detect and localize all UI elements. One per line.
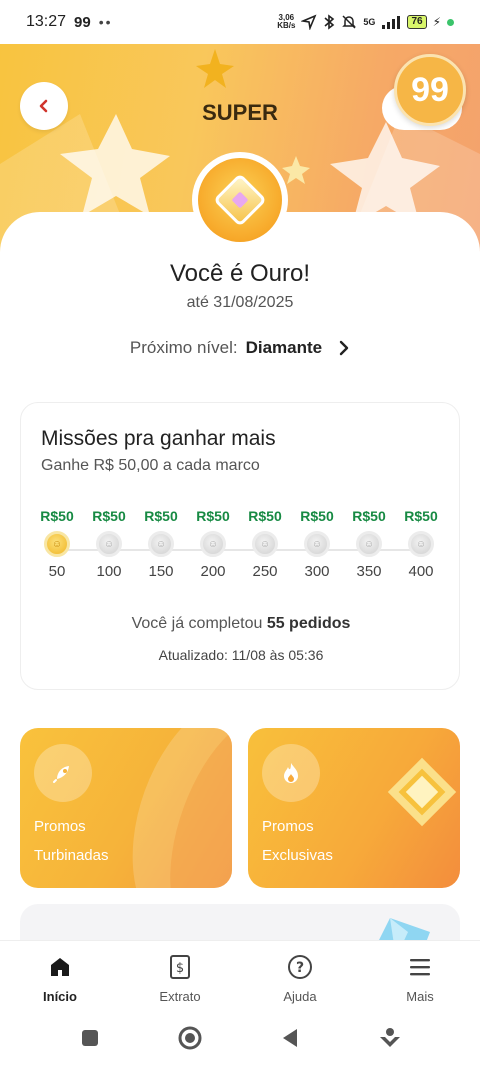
receipt-icon: $ [166,953,194,981]
milestone-reward: R$50 [404,508,438,524]
bluetooth-icon [324,14,335,30]
next-level-value: Diamante [245,338,323,357]
missions-subtitle: Ganhe R$ 50,00 a cada marco [41,457,260,474]
milestone-250: R$50 ☺ 250 [239,507,291,580]
coin-locked-icon: ☺ [148,531,174,557]
coin-locked-icon: ☺ [356,531,382,557]
milestone-50: R$50 ☺ 50 [31,507,83,580]
location-icon [301,14,317,30]
triangle-back-icon [283,1029,297,1047]
app-notification-badge: 99 [74,13,91,31]
net-speed: 3,06 KB/s [277,14,295,30]
assistant-icon [380,1028,400,1047]
milestone-target: 300 [304,563,330,580]
tab-mais[interactable]: Mais [360,941,480,1010]
recents-button[interactable] [70,1018,110,1058]
circle-icon [178,1026,202,1050]
coin-locked-icon: ☺ [96,531,122,557]
milestone-track: R$50 ☺ 50 R$50 ☺ 100 R$50 ☺ 150 R$50 ☺ 200 R$50 ☺ 250 R… [21,507,461,591]
next-level-label: Próximo nível: [129,338,238,357]
status-bar: 13:27 99 •• 3,06 KB/s 5G 76 ⚡ [0,0,480,44]
promo-line1: Promos [34,818,86,835]
flame-icon [262,744,320,802]
svg-text:$: $ [176,961,184,976]
menu-icon [406,953,434,981]
milestone-target: 150 [148,563,174,580]
help-icon: ? [286,953,314,981]
diamond-emblem [213,173,267,227]
back-nav-button[interactable] [270,1018,310,1058]
milestone-target: 400 [408,563,434,580]
next-level-link[interactable]: Próximo nível: Diamante [0,338,480,358]
tab-inicio[interactable]: Início [0,941,120,1010]
coin-locked-icon: ☺ [252,531,278,557]
privacy-dot [447,18,454,26]
status-left: 13:27 99 •• [26,13,113,31]
completed-value: 55 pedidos [266,615,351,632]
coin-achieved-icon: ☺ [44,531,70,557]
tab-label: Mais [406,989,434,1004]
milestone-100: R$50 ☺ 100 [83,507,135,580]
promo-line2: Exclusivas [262,847,333,864]
completed-orders: Você já completou 55 pedidos [21,615,461,633]
gem-decoration [387,757,457,827]
chevron-right-icon [339,340,349,356]
tier-valid-until: até 31/08/2025 [186,294,294,311]
notification-dots: •• [98,14,113,30]
home-icon [46,953,74,981]
completed-prefix: Você já completou [131,615,263,632]
status-time: 13:27 [26,13,67,30]
tier-medal [192,152,288,248]
updated-timestamp: Atualizado: 11/08 às 05:36 [158,647,324,663]
milestone-400: R$50 ☺ 400 [395,507,447,580]
milestone-200: R$50 ☺ 200 [187,507,239,580]
promo-line2: Turbinadas [34,847,109,864]
milestone-reward: R$50 [144,508,178,524]
milestone-reward: R$50 [300,508,334,524]
tab-label: Início [43,989,77,1004]
square-icon [82,1030,98,1046]
milestone-reward: R$50 [196,508,230,524]
home-nav-button[interactable] [170,1018,210,1058]
net-speed-unit: KB/s [277,21,296,30]
tab-extrato[interactable]: $ Extrato [120,941,240,1010]
milestone-reward: R$50 [248,508,282,524]
milestone-target: 100 [96,563,122,580]
rocket-icon [34,744,92,802]
tab-label: Extrato [159,989,201,1004]
charging-icon: ⚡ [432,15,441,29]
svg-text:?: ? [296,960,304,976]
status-right: 3,06 KB/s 5G 76 ⚡ [277,14,454,30]
battery-level: 76 [407,15,427,29]
system-nav-bar [0,1010,480,1066]
missions-card[interactable]: Missões pra ganhar mais Ganhe R$ 50,00 a… [20,402,460,690]
milestone-target: 200 [200,563,226,580]
milestone-target: 250 [252,563,278,580]
milestone-reward: R$50 [352,508,386,524]
signal-icon [382,16,401,29]
bottom-tab-bar: Início $ Extrato ? Ajuda Mais [0,940,480,1010]
app-logo: 99 [394,54,466,126]
tier-title: Você é Ouro! [169,260,311,287]
missions-title: Missões pra ganhar mais [41,427,276,450]
gold-medal-icon [198,158,282,242]
milestone-reward: R$50 [40,508,74,524]
promo-card-exclusivas[interactable]: Promos Exclusivas [248,728,460,888]
milestone-350: R$50 ☺ 350 [343,507,395,580]
assistant-button[interactable] [370,1018,410,1058]
tab-label: Ajuda [283,989,317,1004]
milestone-150: R$50 ☺ 150 [135,507,187,580]
coin-locked-icon: ☺ [408,531,434,557]
milestone-reward: R$50 [92,508,126,524]
coin-locked-icon: ☺ [200,531,226,557]
tab-ajuda[interactable]: ? Ajuda [240,941,360,1010]
milestone-target: 50 [48,563,66,580]
milestone-target: 350 [356,563,382,580]
bell-off-icon [342,15,357,29]
milestone-300: R$50 ☺ 300 [291,507,343,580]
promo-card-turbinadas[interactable]: Promos Turbinadas [20,728,232,888]
promo-line1: Promos [262,818,314,835]
coin-locked-icon: ☺ [304,531,330,557]
network-type: 5G [363,17,376,27]
